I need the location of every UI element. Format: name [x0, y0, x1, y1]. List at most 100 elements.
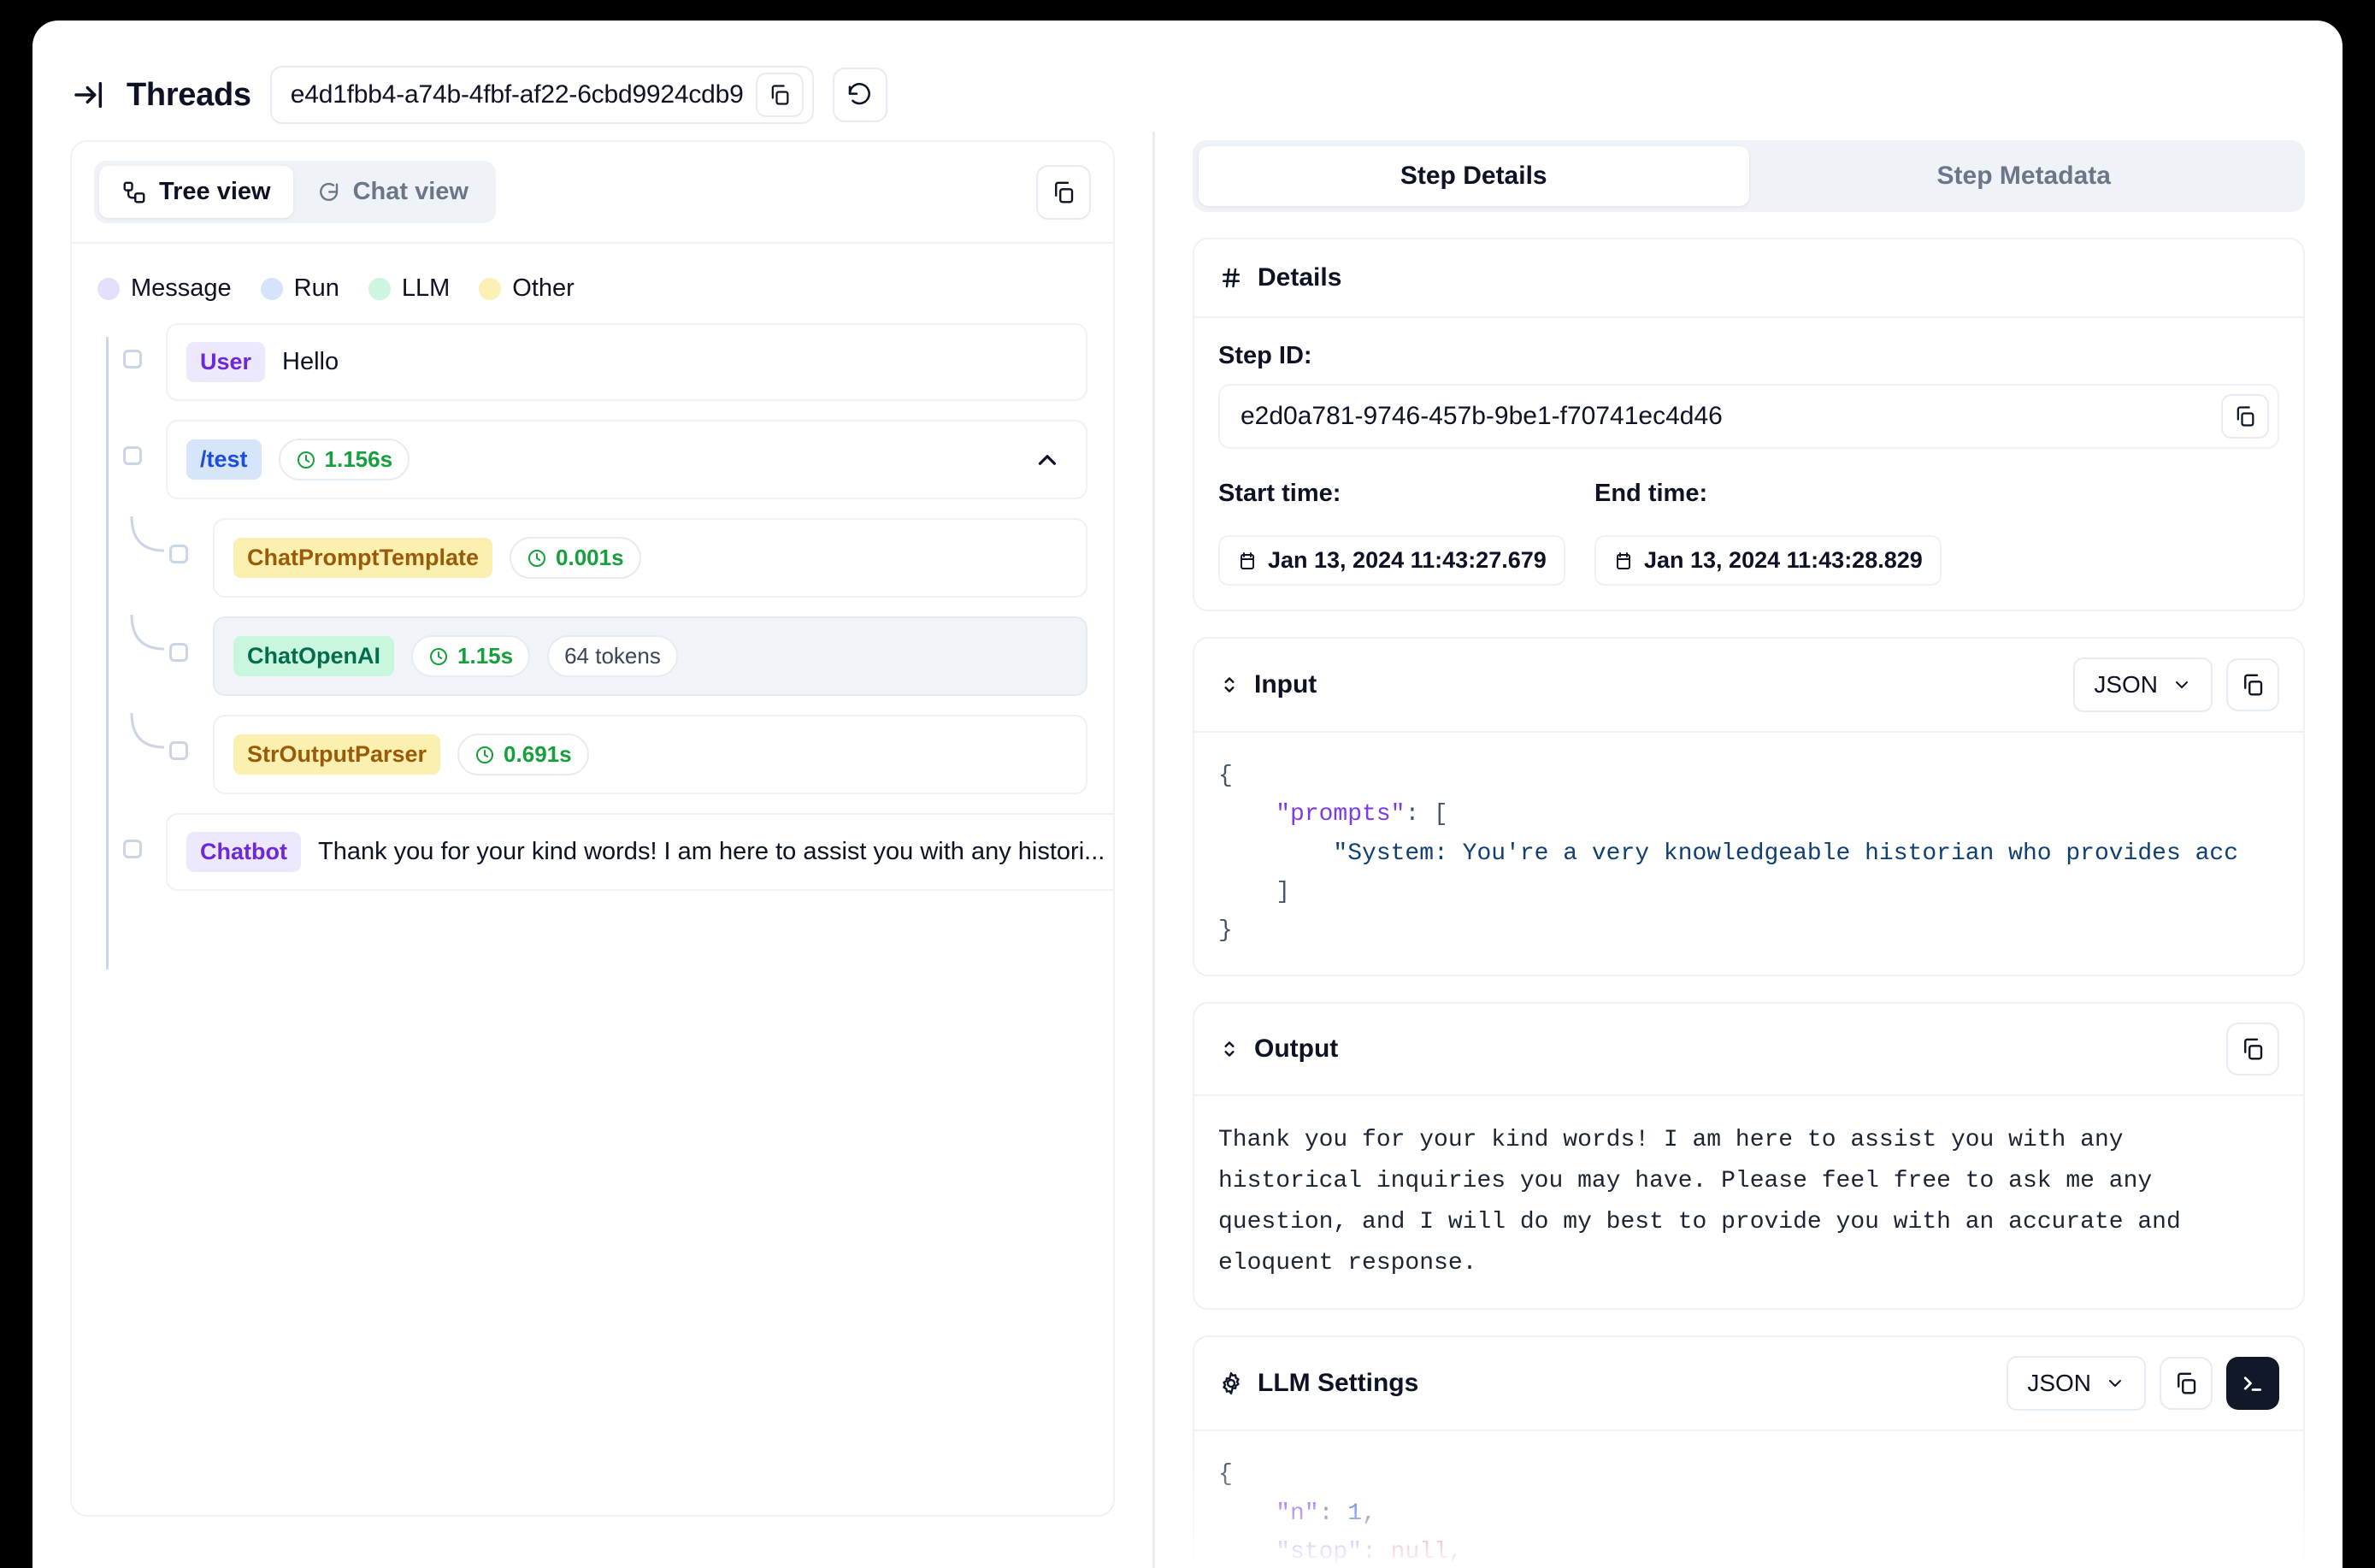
- details-pane: Step Details Step Metadata Details Step …: [1155, 132, 2343, 1568]
- input-format-select[interactable]: JSON: [2073, 657, 2213, 712]
- tree-node-handle[interactable]: [169, 643, 188, 662]
- output-text: Thank you for your kind words! I am here…: [1218, 1126, 2181, 1277]
- llm-settings-title: LLM Settings: [1258, 1369, 1419, 1398]
- code-token: "stop": [1276, 1539, 1363, 1566]
- start-time-group: Start time: Jan 13, 2024 11:43:27.679: [1218, 480, 1594, 586]
- code-line: ]: [1218, 873, 2279, 911]
- chevron-expand-icon[interactable]: [1218, 674, 1241, 696]
- llm-settings-actions: JSON: [2007, 1356, 2279, 1412]
- tree-node-handle[interactable]: [123, 446, 142, 465]
- code-line: "System: You're a very knowledgeable his…: [1218, 834, 2279, 873]
- copy-step-id-button[interactable]: [2221, 394, 2269, 439]
- start-time-label: Start time:: [1218, 480, 1341, 507]
- tab-tree-view[interactable]: Tree view: [99, 166, 293, 218]
- thread-id-field[interactable]: e4d1fbb4-a74b-4fbf-af22-6cbd9924cdb9: [269, 66, 814, 124]
- tab-step-details[interactable]: Step Details: [1199, 146, 1749, 206]
- details-tabs: Step Details Step Metadata: [1193, 140, 2305, 212]
- code-token: {: [1218, 763, 1233, 789]
- node-duration: 0.001s: [556, 545, 624, 570]
- chevron-down-icon: [2109, 1380, 2121, 1388]
- tab-step-metadata[interactable]: Step Metadata: [1749, 146, 2300, 206]
- legend-dot-message: [97, 277, 120, 300]
- copy-llm-settings-button[interactable]: [2160, 1357, 2213, 1411]
- code-token: :: [1318, 1500, 1348, 1527]
- code-token: ,: [1447, 1539, 1463, 1566]
- node-chip: ChatPromptTemplate: [233, 538, 493, 578]
- copy-tree-button[interactable]: [1036, 164, 1091, 220]
- app-window: Threads e4d1fbb4-a74b-4fbf-af22-6cbd9924…: [32, 21, 2343, 1568]
- collapse-sidebar-icon[interactable]: [70, 76, 108, 114]
- node-duration-pill: 1.15s: [411, 635, 531, 677]
- clock-icon: [476, 746, 494, 763]
- node-tokens-pill: 64 tokens: [547, 635, 678, 677]
- node-duration-pill: 1.156s: [278, 439, 410, 480]
- copy-thread-id-button[interactable]: [755, 73, 804, 117]
- tree-icon: [121, 180, 147, 205]
- clock-icon: [528, 549, 546, 567]
- step-id-value: e2d0a781-9746-457b-9be1-f70741ec4d46: [1241, 402, 1723, 430]
- tree-node-run[interactable]: /test 1.156s: [166, 420, 1087, 499]
- tree-node-stroutputparser[interactable]: StrOutputParser 0.691s: [213, 715, 1087, 794]
- tree-row[interactable]: StrOutputParser 0.691s: [97, 712, 1087, 794]
- input-panel-actions: JSON: [2073, 657, 2279, 712]
- tab-chat-view[interactable]: Chat view: [293, 166, 491, 218]
- tab-chat-view-label: Chat view: [352, 178, 469, 205]
- tree-node-handle[interactable]: [123, 840, 142, 858]
- tree-row[interactable]: User Hello: [97, 323, 1087, 401]
- node-duration-pill: 0.691s: [457, 734, 589, 775]
- legend-dot-other: [479, 277, 502, 300]
- legend-dot-run: [260, 277, 283, 300]
- tree-row[interactable]: Chatbot Thank you for your kind words! I…: [97, 813, 1113, 891]
- code-line: }: [1218, 911, 2279, 950]
- tree-row[interactable]: ChatOpenAI 1.15s 64 tokens: [97, 614, 1087, 696]
- page-title: Threads: [127, 76, 251, 113]
- view-mode-switch: Tree view Chat view: [94, 161, 496, 223]
- chevron-up-icon: [1038, 454, 1057, 465]
- input-format-value: JSON: [2094, 671, 2158, 698]
- copy-input-button[interactable]: [2226, 658, 2279, 711]
- llm-settings-panel: LLM Settings JSON {"n": 1, "stop": null…: [1193, 1335, 2305, 1568]
- node-chip: StrOutputParser: [233, 734, 441, 775]
- output-panel: Output Thank you for your kind words! I …: [1193, 1001, 2305, 1311]
- end-time-label: End time:: [1594, 480, 1708, 507]
- node-duration-pill: 0.001s: [510, 537, 641, 579]
- refresh-button[interactable]: [832, 68, 887, 122]
- legend-item-llm: LLM: [368, 274, 450, 303]
- node-duration: 0.691s: [504, 741, 572, 767]
- legend-label-llm: LLM: [401, 274, 451, 302]
- llm-settings-format-value: JSON: [2027, 1370, 2091, 1397]
- calendar-icon: [1241, 551, 1254, 569]
- step-id-field[interactable]: e2d0a781-9746-457b-9be1-f70741ec4d46: [1218, 384, 2279, 449]
- collapse-run-button[interactable]: [1028, 440, 1067, 480]
- tree-node-chatprompttemplate[interactable]: ChatPromptTemplate 0.001s: [213, 518, 1087, 598]
- times-row: Start time: Jan 13, 2024 11:43:27.679 En…: [1218, 480, 2279, 586]
- tree-node-handle[interactable]: [169, 545, 188, 563]
- code-line: "stop": null,: [1218, 1533, 2279, 1568]
- tree-row[interactable]: /test 1.156s: [97, 420, 1087, 499]
- code-token: :: [1362, 1539, 1391, 1566]
- terminal-icon: [2243, 1376, 2262, 1392]
- code-token: ,: [1362, 1500, 1376, 1527]
- tree-node-chatopenai[interactable]: ChatOpenAI 1.15s 64 tokens: [213, 616, 1087, 696]
- refresh-icon: [848, 83, 870, 105]
- chat-bubble-icon: [315, 180, 341, 205]
- code-token: {: [1218, 1461, 1233, 1488]
- llm-settings-format-select[interactable]: JSON: [2007, 1356, 2146, 1412]
- input-code-block: { "prompts": [ "System: You're a very kn…: [1194, 733, 2303, 975]
- tree-node-handle[interactable]: [169, 741, 188, 760]
- body-split: Tree view Chat view Message Run LLM Othe…: [32, 132, 2343, 1568]
- tree-node-handle[interactable]: [123, 350, 142, 368]
- node-text: Hello: [282, 348, 339, 375]
- tree-node-user[interactable]: User Hello: [166, 323, 1087, 401]
- node-duration: 1.156s: [324, 446, 393, 472]
- copy-output-button[interactable]: [2226, 1022, 2279, 1076]
- clock-icon: [430, 647, 448, 665]
- code-token: null: [1390, 1539, 1448, 1566]
- code-line: {: [1218, 1455, 2279, 1494]
- tree-node-chatbot[interactable]: Chatbot Thank you for your kind words! I…: [166, 813, 1113, 891]
- tree-toolbar: Tree view Chat view: [72, 142, 1113, 244]
- open-playground-button[interactable]: [2226, 1357, 2279, 1411]
- chevron-expand-icon[interactable]: [1218, 1038, 1241, 1060]
- input-panel-title: Input: [1254, 670, 1317, 699]
- tree-row[interactable]: ChatPromptTemplate 0.001s: [97, 516, 1087, 598]
